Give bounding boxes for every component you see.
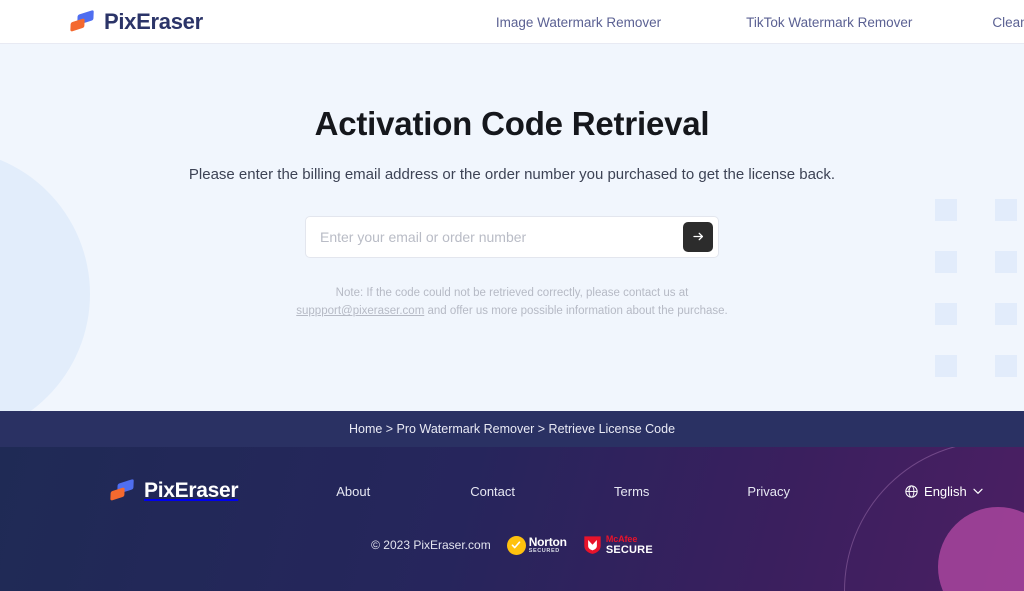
eraser-icon [110, 478, 136, 502]
nav-item-tiktok-watermark-remover[interactable]: TikTok Watermark Remover [746, 15, 912, 30]
footer-link-terms[interactable]: Terms [614, 484, 649, 499]
footer-logo[interactable]: PixEraser [110, 478, 239, 503]
norton-secured-badge: Norton SECURED [506, 534, 567, 556]
footer-link-about[interactable]: About [336, 484, 370, 499]
mcafee-shield-icon [583, 535, 602, 555]
note-text-before: Note: If the code could not be retrieved… [335, 286, 689, 299]
page-title: Activation Code Retrieval [314, 105, 710, 142]
footer-brand-name: PixEraser [144, 479, 239, 502]
nav-item-image-watermark-remover[interactable]: Image Watermark Remover [496, 15, 661, 30]
language-label: English [924, 483, 967, 499]
breadcrumb-bar: Home > Pro Watermark Remover > Retrieve … [0, 411, 1024, 447]
hero-section: Activation Code Retrieval Please enter t… [0, 44, 1024, 411]
footer-link-contact[interactable]: Contact [470, 484, 515, 499]
eraser-icon [70, 9, 96, 33]
language-selector[interactable]: English [905, 484, 983, 499]
page-subtitle: Please enter the billing email address o… [188, 165, 836, 183]
mcafee-secure-badge: McAfee SECURE [583, 534, 653, 556]
copyright-text: © 2023 PixEraser.com [371, 538, 491, 552]
breadcrumb[interactable]: Home > Pro Watermark Remover > Retrieve … [349, 422, 675, 436]
help-note: Note: If the code could not be retrieved… [277, 284, 747, 321]
site-header: PixEraser Image Watermark Remover TikTok… [0, 0, 1024, 44]
retrieval-form [0, 215, 1024, 258]
nav-item-cleanup-pictures[interactable]: Cleanup Pictures [992, 15, 1024, 30]
chevron-down-icon [973, 488, 983, 495]
header-brand-name: PixEraser [104, 9, 203, 34]
email-or-order-input[interactable] [306, 216, 683, 257]
mcafee-subtitle: SECURE [605, 543, 653, 556]
primary-nav: Image Watermark Remover TikTok Watermark… [496, 15, 1024, 30]
norton-check-icon [506, 535, 526, 555]
header-logo[interactable]: PixEraser [70, 9, 203, 35]
page-root: PixEraser Image Watermark Remover TikTok… [0, 0, 1024, 591]
note-text-after: and offer us more possible information a… [424, 305, 728, 318]
search-box [305, 215, 719, 258]
mcafee-title: McAfee [605, 533, 638, 544]
footer-nav: About Contact Terms Privacy [336, 484, 790, 499]
support-email-link[interactable]: suppport@pixeraser.com [296, 305, 424, 317]
norton-subtitle: SECURED [528, 547, 560, 554]
footer-link-privacy[interactable]: Privacy [747, 484, 790, 499]
site-footer: PixEraser About Contact Terms Privacy En… [0, 447, 1024, 591]
submit-button[interactable] [683, 221, 713, 252]
arrow-right-icon [692, 230, 705, 243]
header-divider [0, 43, 1024, 44]
norton-title: Norton [528, 534, 567, 549]
globe-icon [905, 484, 918, 498]
